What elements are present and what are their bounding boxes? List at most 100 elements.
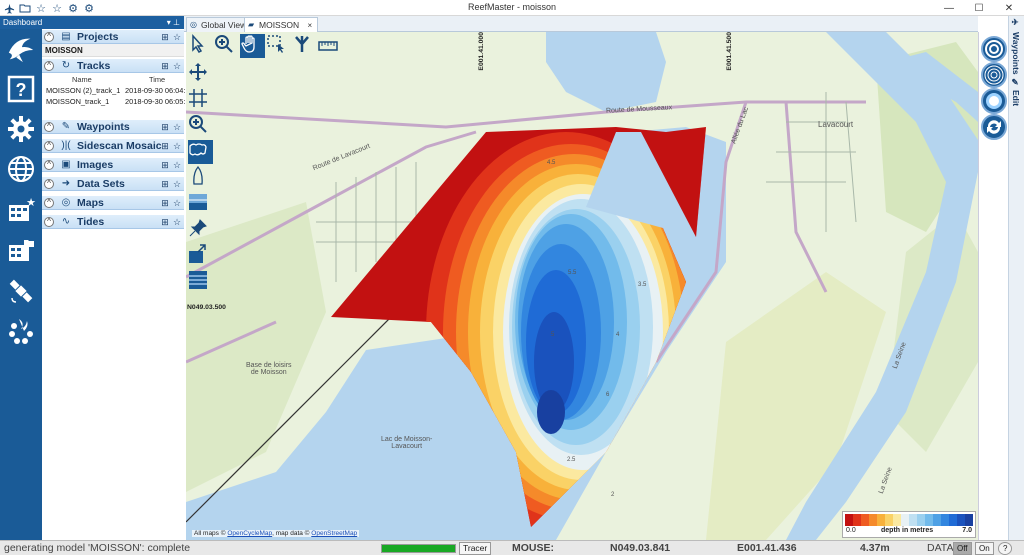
add-icon[interactable]: ⊞ xyxy=(160,61,170,71)
tab-waypoints[interactable]: Waypoints xyxy=(1011,32,1021,75)
sonar-shade-icon[interactable] xyxy=(188,270,213,294)
tracks-label: Tracks xyxy=(77,60,111,72)
zoom-icon[interactable] xyxy=(188,114,213,138)
table-row[interactable]: MOISSON_track_1 2018-09-30 06:05: xyxy=(46,97,185,107)
pin-icon[interactable]: ▾ ⊥ xyxy=(167,16,180,29)
add-icon[interactable]: ⊞ xyxy=(160,179,170,189)
add-icon[interactable]: ⊞ xyxy=(160,122,170,132)
globe-icon[interactable] xyxy=(5,153,37,185)
help-button[interactable]: ? xyxy=(998,542,1013,555)
datasets-panel-header[interactable]: ^ ➜ Data Sets ⊞ ☆ xyxy=(42,176,184,191)
images-panel-header[interactable]: ^ ▣ Images ⊞ ☆ xyxy=(42,157,184,172)
status-bar: generating model 'MOISSON': complete Tra… xyxy=(0,540,1024,555)
tab-edit[interactable]: Edit xyxy=(1011,90,1021,106)
tracks-panel-header[interactable]: ^ ↻ Tracks ⊞ ☆ xyxy=(42,58,184,73)
move-icon[interactable] xyxy=(188,62,213,86)
zoom-in-icon[interactable] xyxy=(214,34,239,58)
openstreetmap-link[interactable]: OpenStreetMap xyxy=(311,530,357,537)
expand-toggle-icon[interactable]: ^ xyxy=(44,160,54,170)
expand-toggle-icon[interactable]: ^ xyxy=(44,122,54,132)
add-icon[interactable]: ⊞ xyxy=(160,198,170,208)
progress-fill xyxy=(382,545,455,552)
map-view[interactable]: 4.5 5.5 5 2.5 6 4 2 3.5 Route de Moussea… xyxy=(186,32,978,540)
star-icon[interactable]: ☆ xyxy=(172,122,182,132)
star-icon[interactable]: ☆ xyxy=(172,179,182,189)
column-header-time[interactable]: Time xyxy=(149,75,165,84)
sonar-rings-icon[interactable] xyxy=(981,62,1007,88)
projects-panel-header[interactable]: ^ ▤ Projects ⊞ ☆ xyxy=(42,29,184,44)
expand-toggle-icon[interactable]: ^ xyxy=(44,141,54,151)
map-region-icon[interactable] xyxy=(188,140,213,164)
maps-panel-header[interactable]: ^ ◎ Maps ⊞ ☆ xyxy=(42,195,184,210)
star-icon[interactable]: ☆ xyxy=(172,141,182,151)
add-icon[interactable]: ⊞ xyxy=(160,141,170,151)
add-icon[interactable]: ⊞ xyxy=(160,217,170,227)
collapse-toggle-icon[interactable]: ^ xyxy=(44,32,54,42)
dashboard-label: Dashboard xyxy=(3,18,43,27)
satellite-icon[interactable] xyxy=(5,275,37,307)
ruler-icon[interactable] xyxy=(318,34,343,58)
tides-label: Tides xyxy=(77,216,105,228)
sidescan-label: Sidescan Mosaics xyxy=(77,140,162,152)
globe-icon: ◎ xyxy=(190,20,197,29)
maximize-button[interactable]: ☐ xyxy=(964,0,994,16)
sonar-device-icon[interactable] xyxy=(5,315,37,347)
data-label: DATA: xyxy=(927,542,957,554)
new-project-icon[interactable]: ★ xyxy=(5,195,37,227)
add-icon[interactable]: ⊞ xyxy=(160,160,170,170)
tides-panel-header[interactable]: ^ ∿ Tides ⊞ ☆ xyxy=(42,214,184,229)
layers-icon[interactable] xyxy=(188,192,213,216)
expand-toggle-icon[interactable]: ^ xyxy=(44,217,54,227)
star-icon[interactable]: ☆ xyxy=(172,32,182,42)
star-icon[interactable]: ☆ xyxy=(172,160,182,170)
pan-hand-icon[interactable] xyxy=(240,34,265,58)
legend-label: depth in metres xyxy=(881,527,934,534)
opencyclemap-link[interactable]: OpenCycleMap xyxy=(227,530,272,537)
edit-pencil-icon[interactable]: ✎ xyxy=(1011,78,1021,88)
current-project[interactable]: MOISSON xyxy=(42,44,184,57)
pin-side-icon[interactable]: ✈ xyxy=(1011,18,1021,28)
collapse-toggle-icon[interactable]: ^ xyxy=(44,61,54,71)
refresh-icon[interactable] xyxy=(981,114,1007,140)
depth-target-icon[interactable] xyxy=(981,36,1007,62)
expand-toggle-icon[interactable]: ^ xyxy=(44,179,54,189)
select-arrow-icon[interactable] xyxy=(188,34,213,58)
minimize-button[interactable]: — xyxy=(934,0,964,16)
fork-tool-icon[interactable] xyxy=(292,34,317,58)
depth-shade-icon[interactable] xyxy=(981,88,1007,114)
open-project-icon[interactable] xyxy=(5,235,37,267)
tracks-icon: ↻ xyxy=(61,60,71,71)
table-row[interactable]: MOISSON (2)_track_1 2018-09-30 06:04: xyxy=(46,86,185,96)
tab-moisson[interactable]: ▰ MOISSON × xyxy=(244,17,319,32)
add-icon[interactable]: ⊞ xyxy=(160,32,170,42)
sidescan-panel-header[interactable]: ^ )|( Sidescan Mosaics ⊞ ☆ xyxy=(42,138,184,153)
grid-icon[interactable] xyxy=(188,88,213,112)
legend-color-step xyxy=(941,514,949,526)
import-image-icon[interactable] xyxy=(188,244,213,268)
close-tab-icon[interactable]: × xyxy=(308,21,313,30)
star-icon[interactable]: ☆ xyxy=(172,61,182,71)
boat-icon[interactable] xyxy=(188,166,213,190)
waypoints-panel-header[interactable]: ^ ✎ Waypoints ⊞ ☆ xyxy=(42,119,184,134)
column-header-name[interactable]: Name xyxy=(72,75,92,84)
tab-global-view[interactable]: ◎ Global View xyxy=(186,17,253,32)
settings-gear-icon[interactable] xyxy=(5,113,37,145)
tracer-button[interactable]: Tracer xyxy=(459,542,492,555)
track-time: 2018-09-30 06:05: xyxy=(125,97,185,106)
star-icon[interactable]: ☆ xyxy=(172,198,182,208)
legend-color-step xyxy=(957,514,965,526)
data-on-button[interactable]: On xyxy=(975,542,994,555)
expand-toggle-icon[interactable]: ^ xyxy=(44,198,54,208)
place-label: Lavacourt xyxy=(818,120,854,129)
box-select-icon[interactable] xyxy=(266,34,291,58)
pin-tool-icon[interactable] xyxy=(188,218,213,242)
tracks-table: Name Time MOISSON (2)_track_1 2018-09-30… xyxy=(42,74,185,112)
maps-label: Maps xyxy=(77,197,104,209)
help-icon[interactable]: ? xyxy=(5,73,37,105)
reefmaster-logo-icon[interactable] xyxy=(5,31,37,67)
chart-icon: ▰ xyxy=(248,20,255,29)
data-off-button[interactable]: Off xyxy=(953,542,972,555)
close-button[interactable]: ✕ xyxy=(994,0,1024,16)
star-icon[interactable]: ☆ xyxy=(172,217,182,227)
legend-color-step xyxy=(845,514,853,526)
